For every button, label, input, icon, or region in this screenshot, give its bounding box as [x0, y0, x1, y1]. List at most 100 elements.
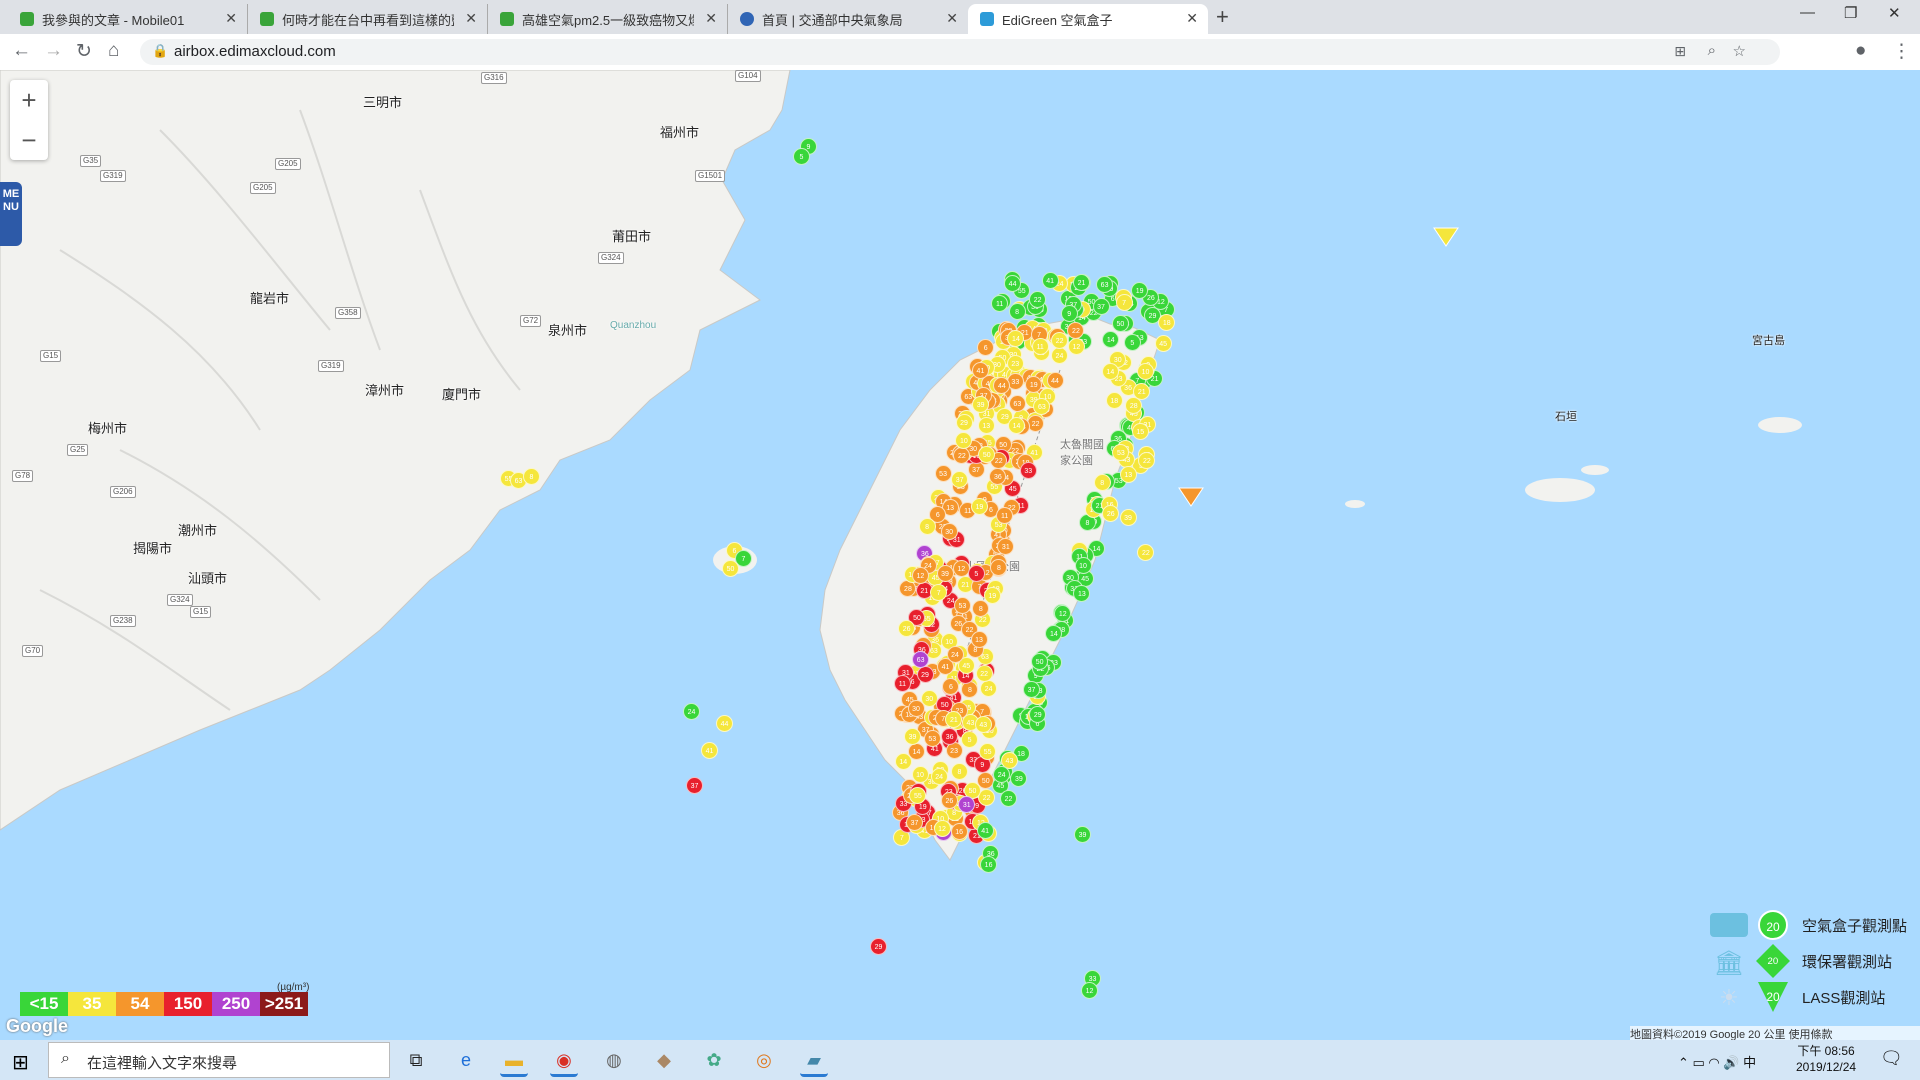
airbox-sensor-marker[interactable]: 24 — [683, 703, 700, 720]
close-window-button[interactable]: ✕ — [1888, 4, 1901, 22]
airbox-sensor-marker[interactable]: 10 — [911, 765, 929, 783]
airbox-sensor-marker[interactable]: 23 — [945, 742, 963, 760]
airbox-sensor-marker[interactable]: 50 — [978, 445, 996, 463]
airbox-sensor-marker[interactable]: 53 — [923, 729, 941, 747]
airbox-sensor-marker[interactable]: 12 — [933, 820, 951, 838]
airbox-sensor-marker[interactable]: 13 — [977, 416, 995, 434]
clock[interactable]: 下午 08:56 2019/12/24 — [1796, 1043, 1856, 1075]
airbox-sensor-marker[interactable]: 41 — [976, 821, 994, 839]
bookmark-star-icon[interactable]: ☆ — [1733, 42, 1746, 60]
airbox-sensor-marker[interactable]: 50 — [722, 560, 739, 577]
reload-icon[interactable]: ↻ — [76, 40, 92, 63]
airbox-sensor-marker[interactable]: 24 — [946, 645, 964, 663]
zoom-icon[interactable]: ⌕ — [1708, 42, 1716, 59]
lass-station-marker[interactable] — [1433, 226, 1459, 248]
airbox-sensor-marker[interactable]: 39 — [1010, 769, 1028, 787]
airbox-sensor-marker[interactable]: 29 — [1029, 705, 1047, 723]
airbox-sensor-marker[interactable]: 19 — [1131, 281, 1149, 299]
airbox-sensor-marker[interactable]: 39 — [936, 564, 954, 582]
airbox-sensor-marker[interactable]: 15 — [1131, 422, 1149, 440]
airbox-sensor-marker[interactable]: 11 — [996, 506, 1014, 524]
lass-station-marker[interactable] — [1178, 486, 1204, 508]
address-bar[interactable]: 🔒 airbox.edimaxcloud.com ⊞ ⌕ ☆ — [140, 39, 1780, 65]
airbox-sensor-marker[interactable]: 24 — [980, 679, 998, 697]
tab-taichung-blue-sky[interactable]: 何時才能在台中再看到這樣的藍天 ✕ — [248, 4, 488, 34]
airbox-sensor-marker[interactable]: 13 — [1119, 465, 1137, 483]
blender-icon[interactable]: ◎ — [750, 1046, 778, 1074]
airbox-sensor-marker[interactable]: 9 — [1060, 304, 1078, 322]
air-quality-map[interactable]: 三明市 福州市 莆田市 龍岩市 泉州市 Quanzhou 漳州市 廈門市 梅州市… — [0, 70, 1920, 1040]
airbox-sensor-marker[interactable]: 16 — [950, 822, 968, 840]
airbox-sensor-marker[interactable]: 55 — [979, 742, 997, 760]
airbox-sensor-marker[interactable]: 41 — [701, 742, 718, 759]
edge-icon[interactable]: e — [452, 1046, 480, 1074]
tab-cwb-home[interactable]: 首頁 | 交通部中央氣象局 ✕ — [728, 4, 968, 34]
airbox-sensor-marker[interactable]: 30 — [940, 522, 958, 540]
airbox-sensor-marker[interactable]: 22 — [1138, 451, 1156, 469]
home-icon[interactable]: ⌂ — [108, 40, 119, 62]
airbox-sensor-marker[interactable]: 29 — [916, 666, 934, 684]
close-icon[interactable]: ✕ — [465, 10, 477, 27]
airbox-sensor-marker[interactable]: 5 — [1123, 334, 1141, 352]
zoom-in-button[interactable]: + — [10, 80, 48, 120]
airbox-sensor-marker[interactable]: 11 — [893, 675, 911, 693]
windows-start-icon[interactable]: ⊞ — [12, 1050, 29, 1075]
taskbar-search-input[interactable]: ⌕ 在這裡輸入文字來搜尋 — [48, 1042, 390, 1078]
airbox-sensor-marker[interactable]: 37 — [906, 814, 924, 832]
airbox-sensor-marker[interactable]: 26 — [940, 791, 958, 809]
file-explorer-icon[interactable]: ▬ — [500, 1046, 528, 1077]
airbox-sensor-marker[interactable]: 8 — [523, 468, 540, 485]
airbox-sensor-marker[interactable]: 33 — [1019, 461, 1037, 479]
airbox-sensor-marker[interactable]: 14 — [1008, 416, 1026, 434]
minimize-button[interactable]: — — [1800, 4, 1815, 21]
airbox-sensor-marker[interactable]: 12 — [1067, 337, 1085, 355]
airbox-sensor-marker[interactable]: 22 — [1051, 331, 1069, 349]
airbox-sensor-marker[interactable]: 53 — [953, 597, 971, 615]
notification-icon[interactable]: 🗨 — [1880, 1048, 1903, 1069]
close-icon[interactable]: ✕ — [1186, 10, 1198, 27]
close-icon[interactable]: ✕ — [225, 10, 237, 27]
airbox-sensor-marker[interactable]: 37 — [1023, 680, 1041, 698]
tab-kaohsiung-pm25[interactable]: 高雄空氣pm2.5一級致癌物又爆表 ✕ — [488, 4, 728, 34]
ime-indicator[interactable]: 中 — [1743, 1055, 1756, 1070]
airbox-sensor-marker[interactable]: 39 — [1119, 509, 1137, 527]
airbox-sensor-marker[interactable]: 19 — [983, 586, 1001, 604]
airbox-sensor-marker[interactable]: 50 — [1031, 652, 1049, 670]
app-icon[interactable]: ▰ — [800, 1046, 828, 1077]
airbox-sensor-marker[interactable]: 44 — [716, 715, 733, 732]
system-tray[interactable]: ⌃ ▭ ◠ 🔊 中 — [1678, 1052, 1756, 1071]
airbox-sensor-marker[interactable]: 63 — [1096, 276, 1114, 294]
airbox-sensor-marker[interactable]: 22 — [1029, 290, 1047, 308]
airbox-sensor-marker[interactable]: 23 — [1006, 354, 1024, 372]
airbox-sensor-marker[interactable]: 7 — [1115, 293, 1133, 311]
airbox-sensor-marker[interactable]: 29 — [870, 938, 887, 955]
app-icon[interactable]: ◍ — [600, 1046, 628, 1074]
airbox-sensor-marker[interactable]: 12 — [911, 567, 929, 585]
tab-mobile01-articles[interactable]: 我參與的文章 - Mobile01 ✕ — [8, 4, 248, 34]
airbox-sensor-marker[interactable]: 63 — [1008, 394, 1026, 412]
airbox-sensor-marker[interactable]: 13 — [970, 631, 988, 649]
airbox-sensor-marker[interactable]: 12 — [1081, 982, 1098, 999]
airbox-sensor-marker[interactable]: 53 — [934, 464, 952, 482]
close-icon[interactable]: ✕ — [946, 10, 958, 27]
airbox-sensor-marker[interactable]: 5 — [967, 564, 985, 582]
airbox-sensor-marker[interactable]: 24 — [1050, 346, 1068, 364]
zoom-out-button[interactable]: − — [10, 120, 48, 160]
airbox-sensor-marker[interactable]: 14 — [1101, 363, 1119, 381]
airbox-sensor-marker[interactable]: 14 — [1045, 624, 1063, 642]
maximize-button[interactable]: ❐ — [1844, 4, 1857, 22]
airbox-sensor-marker[interactable]: 14 — [894, 753, 912, 771]
airbox-sensor-marker[interactable]: 44 — [1046, 372, 1064, 390]
close-icon[interactable]: ✕ — [705, 10, 717, 27]
airbox-sensor-marker[interactable]: 10 — [1137, 362, 1155, 380]
airbox-sensor-marker[interactable]: 10 — [1074, 556, 1092, 574]
airbox-sensor-marker[interactable]: 37 — [951, 470, 969, 488]
new-tab-button[interactable]: + — [1216, 4, 1229, 30]
translate-icon[interactable]: ⊞ — [1674, 43, 1686, 60]
airbox-sensor-marker[interactable]: 45 — [1154, 334, 1172, 352]
more-menu-icon[interactable]: ⋮ — [1892, 40, 1911, 63]
menu-toggle-button[interactable]: MENU — [0, 182, 22, 246]
airbox-sensor-marker[interactable]: 14 — [1102, 330, 1120, 348]
airbox-sensor-marker[interactable]: 8 — [918, 517, 936, 535]
account-icon[interactable]: ● — [1855, 40, 1866, 62]
